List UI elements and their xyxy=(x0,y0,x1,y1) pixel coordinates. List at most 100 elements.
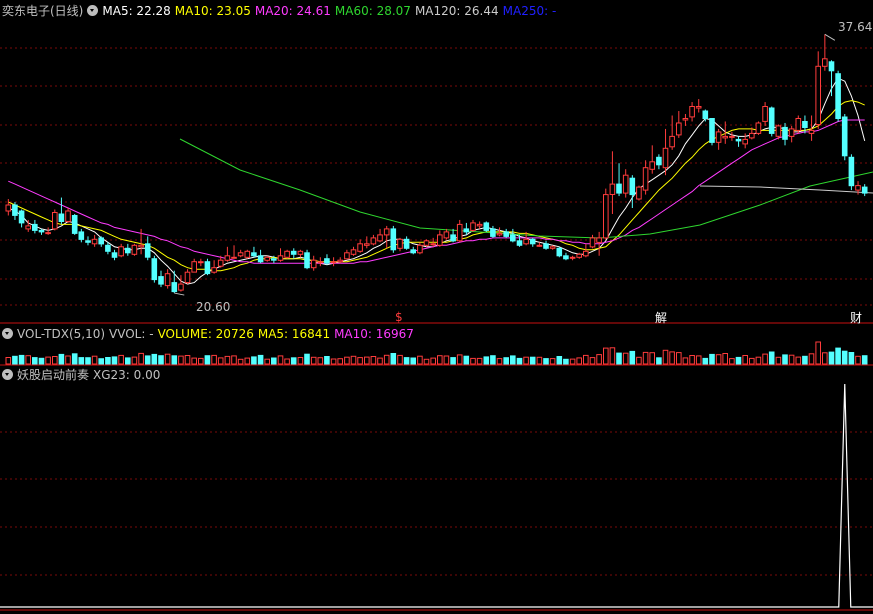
candle-body xyxy=(38,229,45,233)
volume-bar xyxy=(184,355,191,365)
volume-bar xyxy=(105,357,111,365)
candle-body xyxy=(304,252,310,269)
ma-line-ma20 xyxy=(8,119,865,264)
candle-body xyxy=(138,244,144,248)
candle-body xyxy=(808,129,815,134)
candle-body xyxy=(556,247,563,257)
dropdown-icon[interactable] xyxy=(87,5,99,16)
candle-body xyxy=(45,232,51,235)
candle-body xyxy=(835,73,841,119)
volume-bar xyxy=(662,349,669,365)
ma20-readout: MA20: 24.61 xyxy=(254,4,331,18)
candle-body xyxy=(463,228,470,233)
volume-bar xyxy=(58,353,65,365)
volume-bar xyxy=(71,353,78,365)
vol-ma5-readout: MA5: 16841 xyxy=(257,327,331,341)
xg-readout: XG23: 0.00 xyxy=(93,368,161,382)
candle-body xyxy=(848,156,855,187)
volume-bar xyxy=(656,357,662,365)
candle-body xyxy=(456,223,463,242)
volume-bar xyxy=(85,357,91,365)
candle-body xyxy=(224,255,231,261)
candle-body xyxy=(397,238,403,249)
candle-body xyxy=(828,61,835,72)
candle-body xyxy=(762,106,768,122)
candle-body xyxy=(410,249,416,254)
kline-chart[interactable] xyxy=(0,0,873,614)
candle-body xyxy=(430,243,436,246)
volume-bar xyxy=(583,354,589,365)
low-pointer xyxy=(174,292,185,296)
candle-body xyxy=(297,250,304,255)
volume-bar xyxy=(456,354,463,365)
volume-bar xyxy=(297,357,304,365)
volume-bar xyxy=(377,357,383,365)
volume-bar xyxy=(549,358,556,365)
candle-body xyxy=(32,223,38,231)
volume-bar xyxy=(191,357,197,365)
volume-bar xyxy=(463,355,470,365)
candle-body xyxy=(337,259,343,263)
candle-body xyxy=(589,237,596,248)
volume-bar xyxy=(244,357,251,365)
volume-bar xyxy=(669,351,675,365)
volume-bar xyxy=(38,357,45,365)
volume-bar xyxy=(251,356,257,365)
candle-body xyxy=(423,240,430,246)
candle-body xyxy=(855,185,861,191)
volume-bar xyxy=(715,354,722,365)
volume-bar xyxy=(304,353,310,365)
candle-body xyxy=(722,135,729,139)
candle-body xyxy=(682,118,689,121)
candle-body xyxy=(815,65,822,126)
candle-body xyxy=(184,271,191,284)
vol-ma10-readout: MA10: 16967 xyxy=(334,327,414,341)
event-marker-unlock[interactable]: 解 xyxy=(655,309,667,326)
candle-body xyxy=(78,231,85,240)
candle-body xyxy=(417,244,423,254)
volume-bar xyxy=(324,356,330,365)
candle-body xyxy=(58,213,65,222)
candle-body xyxy=(290,250,297,255)
candle-body xyxy=(782,126,788,140)
volume-bar xyxy=(118,354,124,365)
volume-bar xyxy=(649,352,656,365)
volume-bar xyxy=(676,352,682,365)
volume-bar xyxy=(151,353,158,365)
candle-body xyxy=(636,186,642,200)
volume-bar xyxy=(310,356,317,365)
volume-bar xyxy=(483,356,490,365)
event-marker-finance[interactable]: 财 xyxy=(850,309,862,326)
volume-bar xyxy=(861,355,868,365)
volume-bar xyxy=(443,355,450,365)
volume-bar xyxy=(802,355,808,365)
candle-body xyxy=(496,232,503,236)
event-marker-dividend[interactable]: $ xyxy=(395,310,403,324)
volume-bar xyxy=(211,354,217,365)
volume-bar xyxy=(138,352,144,365)
dropdown-icon[interactable] xyxy=(2,328,13,339)
ma60-readout: MA60: 28.07 xyxy=(334,4,411,18)
volume-bar xyxy=(111,356,118,365)
volume-bar xyxy=(45,356,51,365)
volume-bar xyxy=(742,355,749,365)
candle-body xyxy=(383,228,390,236)
candle-body xyxy=(171,282,178,293)
candle-body xyxy=(244,250,251,258)
volume-bar xyxy=(709,353,715,365)
volume-bar xyxy=(317,357,324,365)
volume-bar xyxy=(144,355,151,365)
candle-body xyxy=(583,250,589,257)
volume-bar xyxy=(277,355,284,365)
volume-bar xyxy=(450,357,456,365)
candle-body xyxy=(749,132,755,139)
volume-bar xyxy=(735,356,742,365)
candle-body xyxy=(350,249,357,255)
volume-bar xyxy=(370,356,377,365)
ma250-readout: MA250: - xyxy=(502,4,557,18)
candle-body xyxy=(735,138,742,142)
candle-body xyxy=(702,110,709,119)
candle-body xyxy=(450,234,456,242)
candle-body xyxy=(118,246,124,257)
dropdown-icon[interactable] xyxy=(2,369,13,380)
